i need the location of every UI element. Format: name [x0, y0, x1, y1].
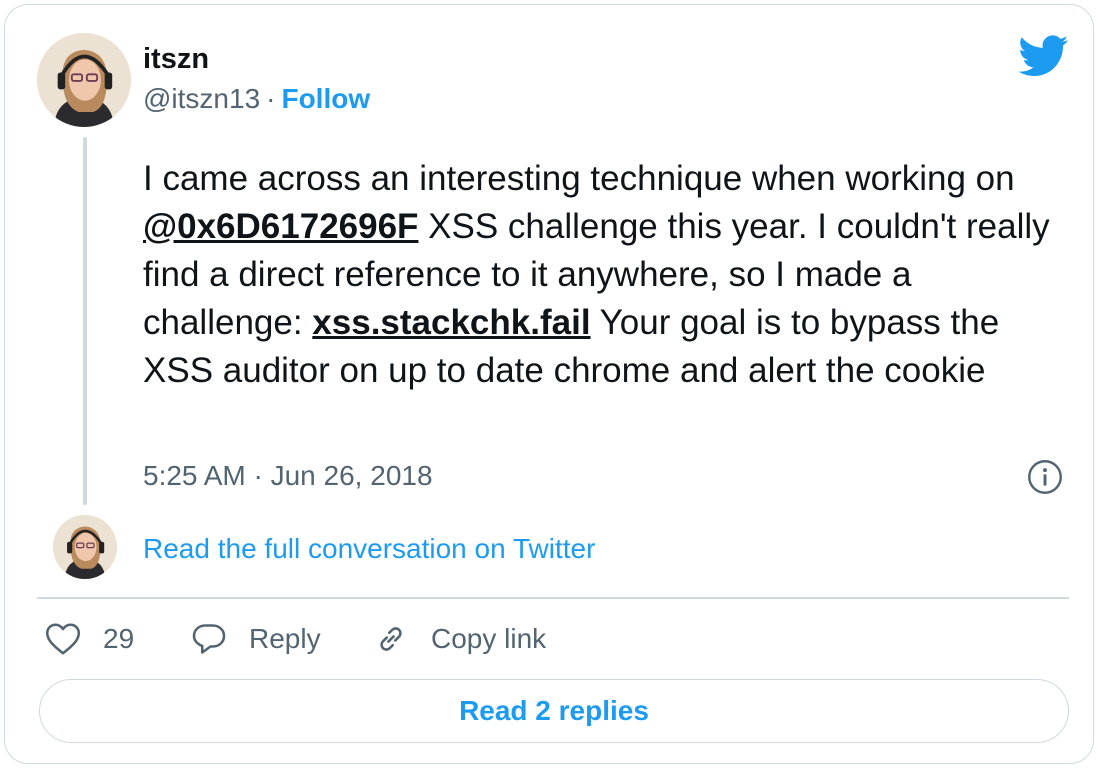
speech-bubble-icon: [192, 624, 226, 654]
divider: [37, 597, 1069, 599]
heart-icon: [45, 623, 81, 655]
reply-button[interactable]: Reply: [191, 617, 321, 661]
author-avatar[interactable]: [37, 33, 131, 127]
like-count: 29: [103, 623, 135, 654]
read-full-conversation-link[interactable]: Read the full conversation on Twitter: [143, 533, 595, 565]
twitter-bird-icon[interactable]: [1019, 35, 1069, 77]
avatar-image: [37, 33, 131, 127]
copy-link-button[interactable]: Copy link: [373, 617, 546, 661]
url-link[interactable]: xss.stackchk.fail: [312, 303, 590, 342]
tweet-text: I came across an interesting technique w…: [143, 155, 1073, 395]
tweet-timestamp[interactable]: 5:25 AM · Jun 26, 2018: [143, 460, 433, 492]
like-button[interactable]: 29: [45, 617, 134, 661]
tweet-text-part: I came across an interesting technique w…: [143, 159, 1015, 198]
copy-link-label: Copy link: [431, 623, 547, 654]
author-handle-row: @itszn13 · Follow: [143, 83, 370, 115]
author-handle[interactable]: @itszn13: [143, 83, 260, 114]
reply-label: Reply: [249, 623, 321, 654]
read-replies-button[interactable]: Read 2 replies: [39, 679, 1069, 743]
follow-button[interactable]: Follow: [281, 83, 370, 114]
tweet-card: itszn @itszn13 · Follow I came across an i…: [4, 4, 1094, 764]
separator: ·: [266, 83, 276, 114]
read-replies-label: Read 2 replies: [459, 695, 649, 726]
avatar-image: [53, 515, 117, 579]
author-name[interactable]: itszn: [143, 43, 209, 76]
link-icon: [380, 627, 402, 651]
info-icon[interactable]: [1027, 459, 1063, 495]
mention-link[interactable]: @0x6D6172696F: [143, 207, 418, 246]
thread-line: [83, 137, 87, 505]
conversation-avatar[interactable]: [53, 515, 117, 579]
